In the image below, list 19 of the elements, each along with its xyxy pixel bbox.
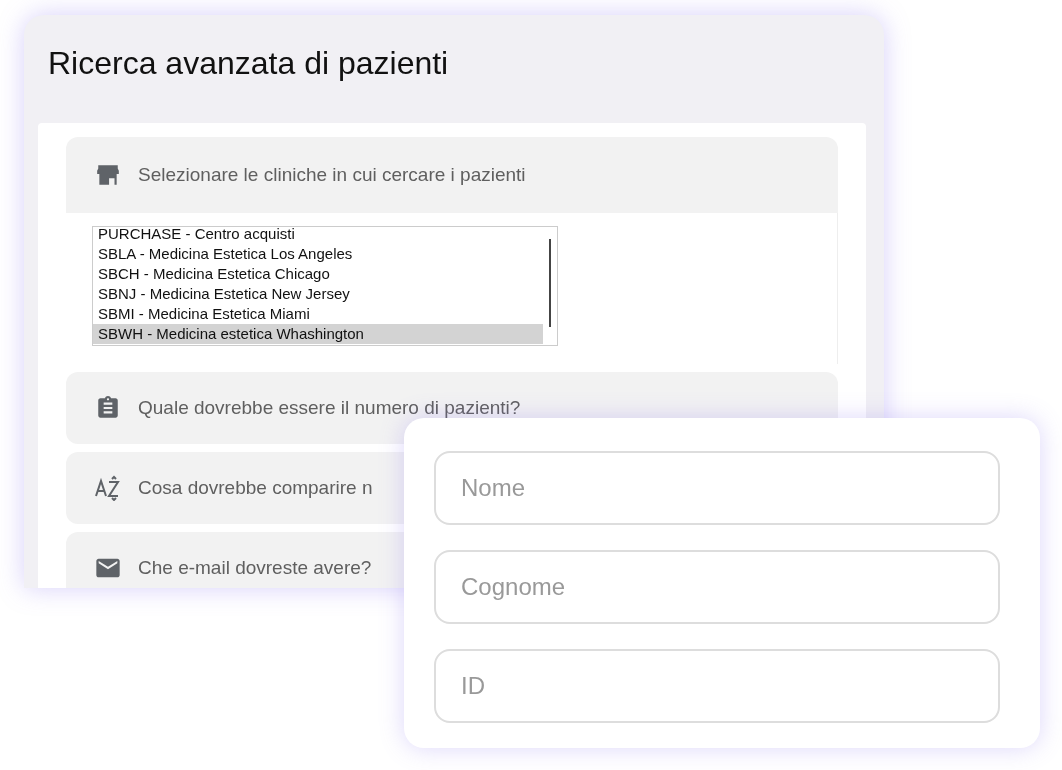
- store-icon: [94, 162, 122, 188]
- section-label: Selezionare le cliniche in cui cercare i pazienti: [138, 164, 526, 186]
- section-label: Cosa dovrebbe comparire n: [138, 477, 373, 499]
- clinic-option[interactable]: SBWH - Medicina estetica Whashington: [93, 324, 543, 344]
- input-field[interactable]: ID: [434, 649, 1000, 723]
- clinic-option[interactable]: SBNJ - Medicina Estetica New Jersey: [93, 284, 543, 304]
- clinic-option[interactable]: PURCHASE - Centro acquisti: [93, 227, 543, 244]
- clinic-option[interactable]: SBLA - Medicina Estetica Los Angeles: [93, 244, 543, 264]
- input-field[interactable]: Nome: [434, 451, 1000, 525]
- sort-alpha-icon: [94, 475, 122, 501]
- scrollbar[interactable]: [549, 239, 551, 327]
- input-field[interactable]: Cognome: [434, 550, 1000, 624]
- section-label: Che e-mail dovreste avere?: [138, 557, 372, 579]
- window-title: Ricerca avanzata di pazienti: [48, 45, 450, 83]
- clinic-option[interactable]: SBCH - Medicina Estetica Chicago: [93, 264, 543, 284]
- section-header[interactable]: Selezionare le cliniche in cui cercare i pazienti: [66, 137, 838, 213]
- clinic-option[interactable]: SBMI - Medicina Estetica Miami: [93, 304, 543, 324]
- clinic-listbox[interactable]: PURCHASE - Centro acquisti SBLA - Medicina Estetica Los Angeles SBCH - Medicina Estetica Chicago SBNJ - Medicina Estetica New Jersey SBMI - Medicina Estetica Miami SBWH - Medicina estetica Whashington: [92, 226, 558, 346]
- section-label: Quale dovrebbe essere il numero di pazienti?: [138, 397, 521, 419]
